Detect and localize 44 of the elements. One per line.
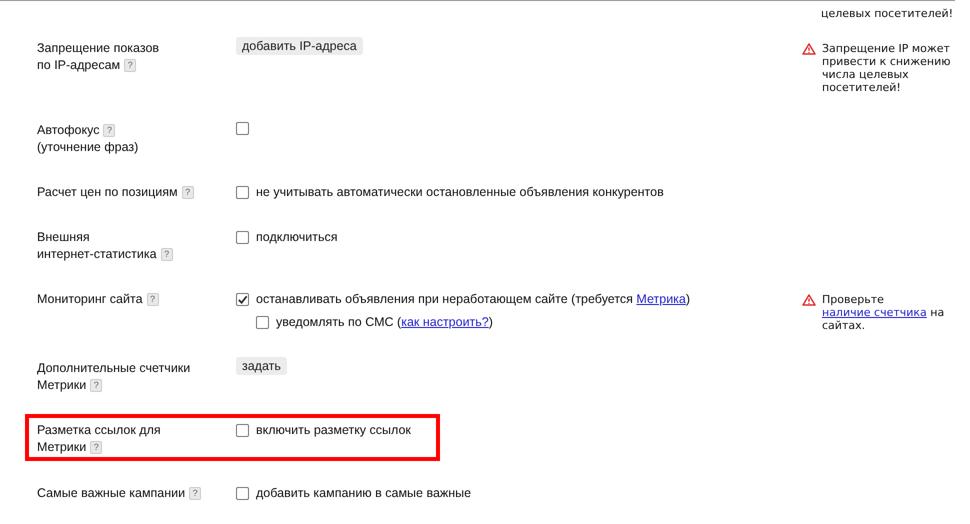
help-icon[interactable]: ? (189, 487, 202, 500)
help-icon[interactable]: ? (124, 59, 136, 72)
setting-label: Расчет цен по позициям (37, 184, 178, 201)
setting-label: (уточнение фраз) (37, 139, 138, 156)
setting-label: Запрещение показов (37, 40, 160, 57)
warning-text: целевых посетителей! (821, 7, 954, 20)
checkbox-label: уведомлять по СМС (как настроить?) (276, 314, 493, 331)
setting-label: Внешняя (37, 229, 90, 246)
checkbox[interactable] (236, 487, 249, 500)
checkbox-label: не учитывать автоматически остановленные объявления конкурентов (256, 184, 664, 201)
warning-text: Проверьте наличие счетчика на сайтах. (822, 293, 946, 332)
checkbox[interactable] (256, 316, 269, 329)
action-button[interactable]: задать (236, 357, 287, 375)
setting-label: Разметка ссылок для (37, 422, 161, 439)
help-icon[interactable]: ? (90, 379, 102, 392)
action-button[interactable]: добавить IP-адреса (236, 37, 363, 55)
help-icon[interactable]: ? (90, 441, 102, 454)
checkbox[interactable] (236, 231, 249, 244)
checkbox-label: останавливать объявления при неработающем сайте (требуется Метрика) (256, 291, 690, 308)
link[interactable]: как настроить? (401, 315, 489, 329)
setting-label: Метрики (37, 377, 86, 394)
link[interactable]: наличие счетчика (822, 306, 927, 319)
help-icon[interactable]: ? (103, 124, 116, 137)
checkbox-label: подключиться (256, 229, 338, 246)
link[interactable]: Метрика (636, 292, 686, 306)
setting-label: Автофокус (37, 122, 100, 139)
warning-icon (802, 43, 816, 55)
setting-label: Дополнительные счетчики (37, 360, 190, 377)
help-icon[interactable]: ? (146, 293, 159, 306)
warning-icon (802, 294, 816, 306)
setting-label: Метрики (37, 439, 86, 456)
checkbox[interactable] (236, 424, 249, 437)
warning-text: Запрещение IP может привести к снижению числа целевых посетителей! (822, 42, 952, 94)
setting-label: по IP-адресам (37, 57, 120, 74)
help-icon[interactable]: ? (160, 248, 173, 261)
checkbox-label: добавить кампанию в самые важные (256, 485, 472, 502)
setting-label: Мониторинг сайта (37, 291, 143, 308)
checkbox[interactable] (236, 186, 249, 199)
setting-label: интернет-статистика (37, 246, 157, 263)
help-icon[interactable]: ? (182, 186, 194, 199)
checkbox-label: включить разметку ссылок (256, 422, 411, 439)
checkbox[interactable] (236, 293, 249, 306)
setting-label: Самые важные кампании (37, 485, 186, 502)
checkbox[interactable] (236, 122, 249, 135)
